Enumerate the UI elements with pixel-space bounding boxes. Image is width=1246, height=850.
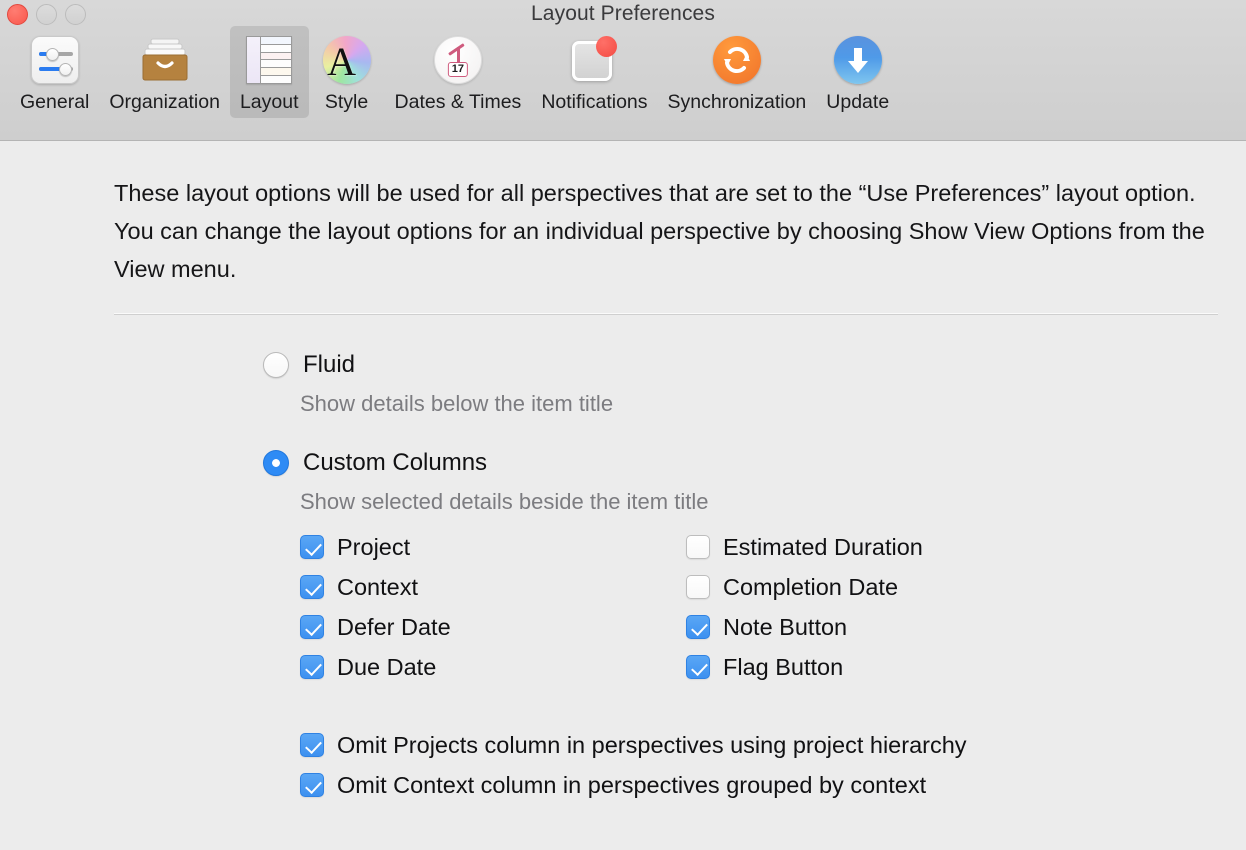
intro-text: These layout options will be used for al… xyxy=(114,180,1205,282)
checkbox-project-label: Project xyxy=(337,534,411,560)
radio-fluid-sublabel: Show details below the item title xyxy=(300,391,614,416)
sliders-icon xyxy=(27,32,83,88)
file-drawer-icon xyxy=(137,32,193,88)
checkbox-note-button[interactable]: Note Button xyxy=(686,614,847,640)
tab-organization[interactable]: Organization xyxy=(99,26,230,118)
checkbox-omit-context-column-label: Omit Context column in perspectives grou… xyxy=(337,772,927,798)
date-badge-number: 17 xyxy=(447,62,469,77)
tab-synchronization[interactable]: Synchronization xyxy=(658,26,817,118)
radio-custom-columns-sublabel: Show selected details beside the item ti… xyxy=(300,489,709,514)
radio-fluid-label: Fluid xyxy=(303,351,356,378)
clock-calendar-icon: 17 xyxy=(430,32,486,88)
checkbox-note-button-control[interactable] xyxy=(686,615,710,639)
checkbox-flag-button-control[interactable] xyxy=(686,655,710,679)
checkbox-omit-context-column-control[interactable] xyxy=(300,773,324,797)
radio-custom-columns-control[interactable] xyxy=(263,450,289,476)
checkbox-estimated-duration-control[interactable] xyxy=(686,535,710,559)
checkbox-defer-date[interactable]: Defer Date xyxy=(300,614,451,640)
toolbar: Layout Preferences General Organization … xyxy=(0,0,1246,141)
checkbox-due-date[interactable]: Due Date xyxy=(300,654,436,680)
checkbox-due-date-control[interactable] xyxy=(300,655,324,679)
checkbox-omit-projects-column[interactable]: Omit Projects column in perspectives usi… xyxy=(300,732,967,758)
checkbox-flag-button-label: Flag Button xyxy=(723,654,844,680)
refresh-circle-icon xyxy=(709,32,765,88)
tab-general[interactable]: General xyxy=(10,26,99,118)
tab-notifications[interactable]: Notifications xyxy=(531,26,657,118)
tab-update-label: Update xyxy=(826,91,890,113)
checkbox-defer-date-label: Defer Date xyxy=(337,614,451,640)
checkbox-estimated-duration[interactable]: Estimated Duration xyxy=(686,534,923,560)
window-title: Layout Preferences xyxy=(531,2,715,25)
checkbox-completion-date-control[interactable] xyxy=(686,575,710,599)
tab-notifications-label: Notifications xyxy=(541,91,648,113)
checkbox-omit-context-column[interactable]: Omit Context column in perspectives grou… xyxy=(300,772,926,798)
tab-update[interactable]: Update xyxy=(816,26,899,118)
checkbox-completion-date-label: Completion Date xyxy=(723,574,899,600)
tab-dates-times[interactable]: 17 Dates & Times xyxy=(385,26,532,118)
checkbox-flag-button[interactable]: Flag Button xyxy=(686,654,843,680)
checkbox-estimated-duration-label: Estimated Duration xyxy=(723,534,923,560)
radio-custom-columns-label: Custom Columns xyxy=(303,449,488,476)
tab-layout-label: Layout xyxy=(239,91,299,113)
tab-organization-label: Organization xyxy=(109,91,220,113)
toolbar-tabs: General Organization Layout A Style 17 D… xyxy=(10,26,899,118)
radio-fluid-control[interactable] xyxy=(263,352,289,378)
tab-style-label: Style xyxy=(324,91,369,113)
checkbox-completion-date[interactable]: Completion Date xyxy=(686,574,898,600)
checkbox-defer-date-control[interactable] xyxy=(300,615,324,639)
tab-synchronization-label: Synchronization xyxy=(667,91,807,113)
preferences-window: Layout Preferences General Organization … xyxy=(0,0,1246,850)
checkbox-note-button-label: Note Button xyxy=(723,614,848,640)
radio-fluid[interactable]: Fluid xyxy=(263,352,355,378)
checkbox-project-control[interactable] xyxy=(300,535,324,559)
checkbox-omit-projects-column-label: Omit Projects column in perspectives usi… xyxy=(337,732,967,758)
checkbox-context[interactable]: Context xyxy=(300,574,418,600)
preferences-content: These layout options will be used for al… xyxy=(0,141,1246,850)
section-divider xyxy=(114,313,1218,315)
checkbox-omit-projects-column-control[interactable] xyxy=(300,733,324,757)
tab-style[interactable]: A Style xyxy=(309,26,385,118)
checkbox-context-control[interactable] xyxy=(300,575,324,599)
badge-window-icon xyxy=(566,32,622,88)
radio-custom-columns[interactable]: Custom Columns xyxy=(263,450,487,476)
font-color-wheel-icon: A xyxy=(319,32,375,88)
tab-dates-times-label: Dates & Times xyxy=(394,91,522,113)
download-arrow-icon xyxy=(830,32,886,88)
checkbox-due-date-label: Due Date xyxy=(337,654,437,680)
checkbox-context-label: Context xyxy=(337,574,418,600)
columns-layout-icon xyxy=(241,32,297,88)
checkbox-project[interactable]: Project xyxy=(300,534,410,560)
tab-layout[interactable]: Layout xyxy=(229,26,309,118)
tab-general-label: General xyxy=(20,91,90,113)
